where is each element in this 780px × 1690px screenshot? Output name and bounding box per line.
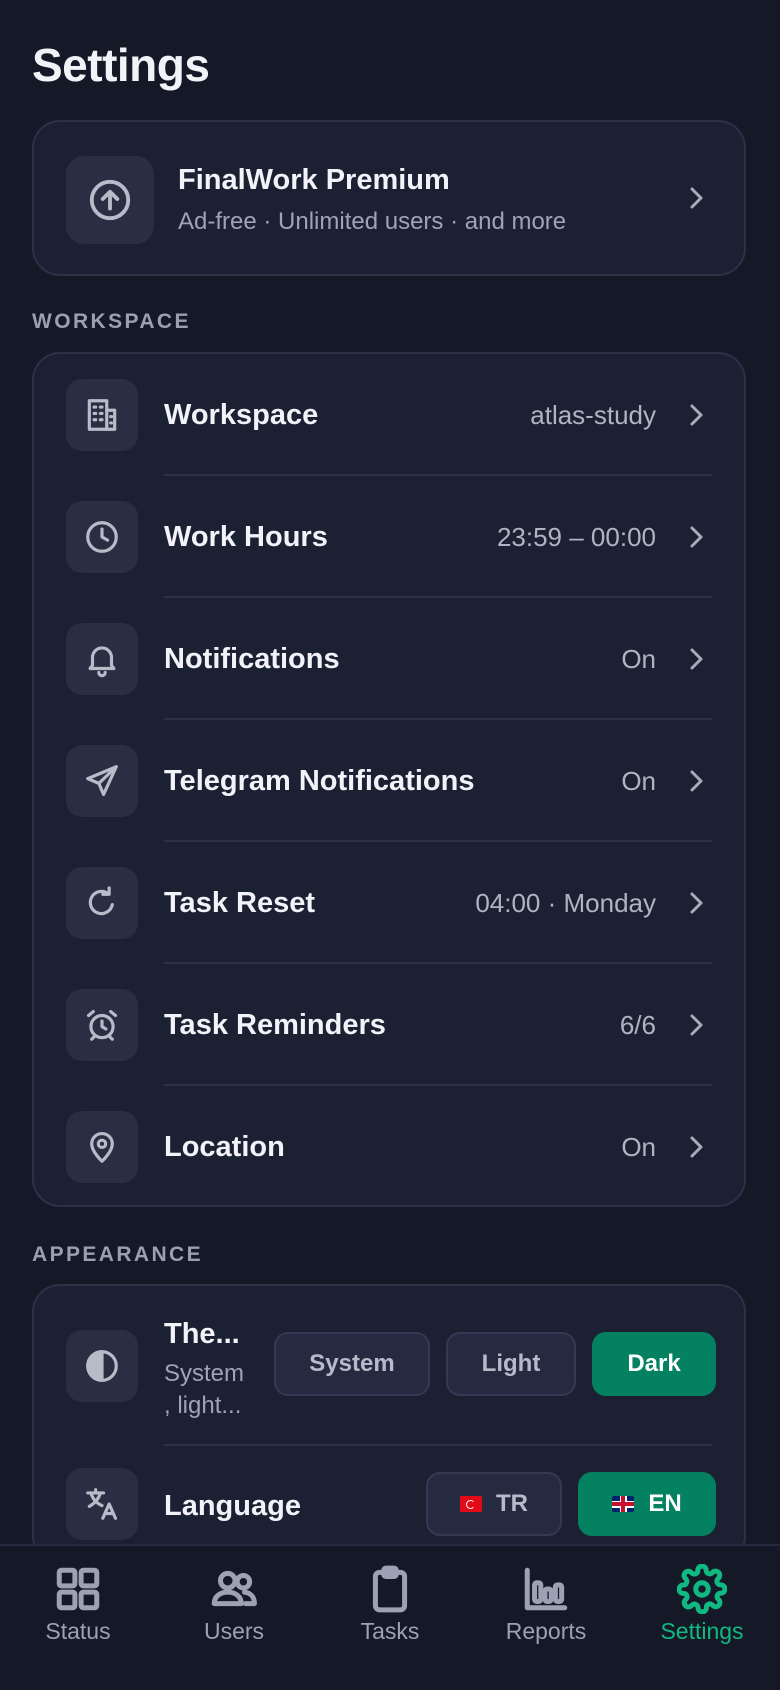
refresh-icon [66,867,138,939]
theme-title: The... [164,1318,240,1350]
settings-row-location[interactable]: Location On [34,1086,744,1208]
row-value: atlas-study [530,400,656,430]
chevron-right-icon [688,891,704,915]
chevron-right-icon [688,186,704,210]
send-icon [66,745,138,817]
language-en-label: EN [648,1490,682,1517]
settings-row-telegram-notifications[interactable]: Telegram Notifications On [34,720,744,842]
translate-icon [66,1468,138,1540]
chevron-right-icon [688,1013,704,1037]
clock-icon [66,501,138,573]
row-label: Task Reminders [164,1009,386,1041]
row-label: Location [164,1131,285,1163]
language-en-button[interactable]: EN [578,1472,716,1536]
users-icon [209,1564,259,1614]
row-label: Work Hours [164,521,328,553]
premium-card[interactable]: FinalWork Premium Ad-free · Unlimited us… [32,120,746,276]
tab-label: Reports [505,1618,587,1644]
workspace-settings-card: Workspace atlas-study Work Hours 23:59 –… [32,352,746,1207]
appearance-settings-card: The... System , light... System Light Da… [32,1284,746,1564]
gear-icon [676,1563,728,1615]
bell-icon [66,623,138,695]
chevron-right-icon [688,403,704,427]
arrow-up-circle-icon [66,156,154,244]
chevron-right-icon [688,769,704,793]
settings-row-task-reminders[interactable]: Task Reminders 6/6 [34,964,744,1086]
bottom-tab-bar: Status Users Tasks Reports Settings [0,1544,780,1688]
theme-dark-button[interactable]: Dark [592,1332,716,1396]
settings-row-theme: The... System , light... System Light Da… [34,1286,744,1446]
building-icon [66,379,138,451]
chevron-right-icon [688,647,704,671]
row-value: 23:59 – 00:00 [496,522,656,552]
tab-label: Settings [660,1618,744,1644]
settings-row-work-hours[interactable]: Work Hours 23:59 – 00:00 [34,476,744,598]
tab-tasks[interactable]: Tasks [312,1546,468,1690]
chevron-right-icon [688,525,704,549]
tab-label: Users [203,1618,265,1644]
section-label-appearance: APPEARANCE [32,1243,204,1266]
tab-users[interactable]: Users [156,1546,312,1690]
section-label-workspace: WORKSPACE [32,310,191,333]
tab-label: Status [45,1618,111,1644]
row-value: On [621,644,656,674]
page-title: Settings [32,39,210,91]
tab-label: Tasks [360,1618,420,1644]
language-tr-button[interactable]: TR [426,1472,562,1536]
bar-chart-icon [521,1564,571,1614]
row-label: Workspace [164,399,319,431]
settings-row-notifications[interactable]: Notifications On [34,598,744,720]
contrast-icon [66,1330,138,1402]
clipboard-icon [365,1564,415,1614]
row-value: 6/6 [619,1010,656,1040]
row-label: Task Reset [164,887,315,919]
uk-flag-icon [612,1496,635,1512]
row-value: On [621,766,656,796]
theme-light-button[interactable]: Light [446,1332,576,1396]
row-label: Notifications [164,643,340,675]
row-value: 04:00 · Monday [475,888,656,918]
theme-system-button[interactable]: System [274,1332,430,1396]
language-tr-label: TR [496,1490,528,1517]
tab-reports[interactable]: Reports [468,1546,624,1690]
map-pin-icon [66,1111,138,1183]
theme-subtitle: System , light... [164,1360,245,1419]
grid-icon [53,1564,103,1614]
turkey-flag-icon [460,1496,482,1512]
row-value: On [621,1132,656,1162]
row-label: Telegram Notifications [164,765,475,797]
tab-status[interactable]: Status [0,1546,156,1690]
premium-subtitle: Ad-free · Unlimited users · and more [178,208,567,235]
alarm-clock-icon [66,989,138,1061]
settings-row-task-reset[interactable]: Task Reset 04:00 · Monday [34,842,744,964]
tab-settings[interactable]: Settings [624,1546,780,1690]
chevron-right-icon [688,1135,704,1159]
settings-row-workspace[interactable]: Workspace atlas-study [34,354,744,476]
language-label: Language [164,1490,301,1522]
premium-title: FinalWork Premium [178,164,450,196]
